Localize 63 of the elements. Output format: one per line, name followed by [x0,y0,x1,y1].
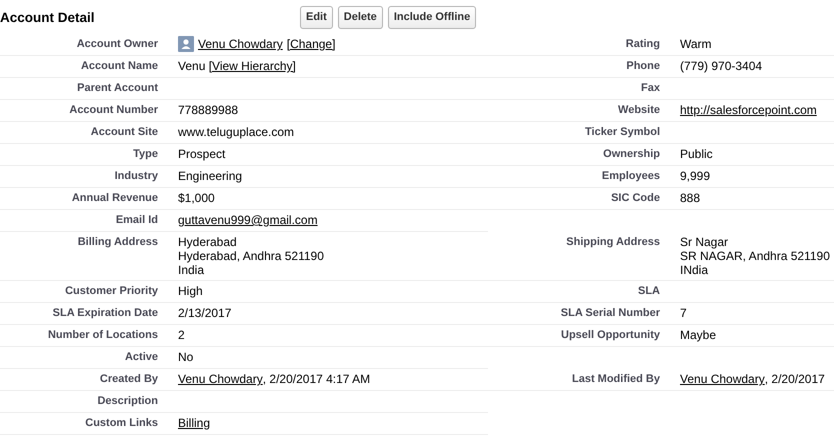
field-value: 7 [680,306,687,320]
field-label: Fax [640,81,661,95]
field-label: Created By [98,372,159,386]
field-label: Custom Links [84,416,159,430]
field-label: Rating [624,37,661,51]
field-label: Customer Priority [64,284,159,298]
field-label: Ticker Symbol [584,125,661,139]
field-label: Shipping Address [565,235,661,249]
field-label: Last Modified By [570,372,661,386]
action-button[interactable]: Include Offline [388,6,476,28]
field-label: SLA [637,284,661,298]
field-value: No [178,350,194,364]
field-label: Account Site [90,125,159,139]
value-link[interactable]: [Change] [286,37,336,51]
field-value: $1,000 [178,191,215,205]
field-value: High [178,284,203,298]
field-label: Type [132,147,159,161]
field-value: Venu [178,59,206,73]
value-link[interactable]: [View Hierarchy] [208,59,296,73]
field-label: Account Name [80,59,159,73]
value-link[interactable]: Billing [178,416,210,430]
field-label: SLA Serial Number [560,306,661,320]
field-value: Prospect [178,147,226,161]
field-label: Billing Address [76,235,159,249]
section-title: Account Detail [0,10,96,24]
field-value: 888 [680,191,700,205]
field-label: Account Owner [76,37,159,51]
value-link[interactable]: Venu Chowdary [198,37,283,51]
field-label: Account Number [68,103,159,117]
field-label: Description [96,394,159,408]
field-value: Engineering [178,169,242,183]
field-label: Number of Locations [46,328,159,342]
value-link[interactable]: guttavenu999@gmail.com [178,213,318,227]
field-value: (779) 970-3404 [680,59,762,73]
field-value: Public [680,147,713,161]
field-value: , 2/20/2017 4:17 AM [262,372,370,386]
field-label: Parent Account [76,81,159,95]
field-value: 9,999 [680,169,710,183]
field-value: 2 [178,328,185,342]
value-link[interactable]: Venu Chowdary [178,372,263,386]
value-link[interactable]: Venu Chowdary [680,372,765,386]
field-label: Phone [625,59,661,73]
field-label: Active [124,350,159,364]
field-label: SIC Code [610,191,661,205]
action-button[interactable]: Delete [338,6,383,28]
field-value: Sr Nagar SR NAGAR, Andhra 521190 INdia [680,235,830,277]
field-value: , 2/20/2017 [764,372,825,386]
field-value: 2/13/2017 [178,306,232,320]
value-link[interactable]: http://salesforcepoint.com [680,103,817,117]
field-label: Employees [600,169,661,183]
field-label: Upsell Opportunity [560,328,661,342]
action-button[interactable]: Edit [300,6,333,28]
field-label: Email Id [114,213,159,227]
field-value: Maybe [680,328,716,342]
field-label: Ownership [602,147,661,161]
field-value: www.teluguplace.com [178,125,294,139]
field-value: Hyderabad Hyderabad, Andhra 521190 India [178,235,324,277]
field-value: Warm [680,37,712,51]
field-label: Website [617,103,661,117]
field-label: Annual Revenue [70,191,159,205]
field-label: SLA Expiration Date [52,306,159,320]
field-label: Industry [114,169,159,183]
field-value: 778889988 [178,103,238,117]
